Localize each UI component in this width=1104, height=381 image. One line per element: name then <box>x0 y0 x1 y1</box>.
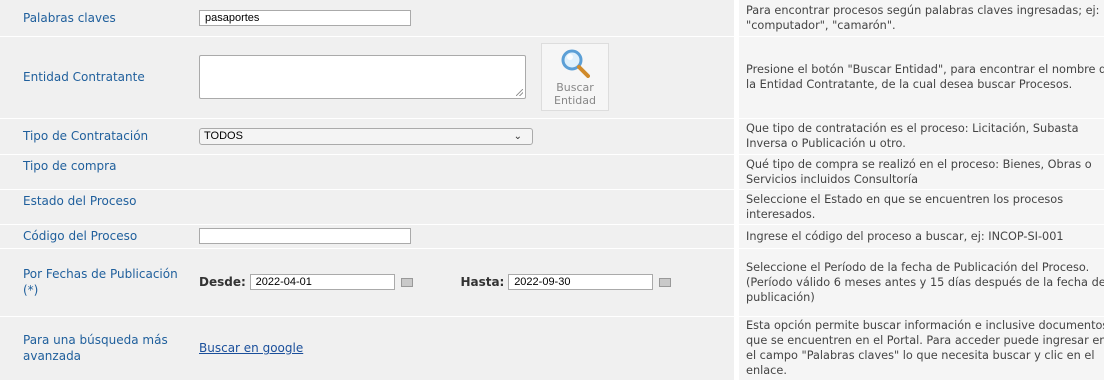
label-avanzada: Para una búsqueda más avanzada <box>0 316 193 381</box>
label-estado: Estado del Proceso <box>0 189 193 225</box>
hasta-label: Hasta: <box>460 274 505 289</box>
desde-input[interactable]: 2022-04-01 <box>249 274 395 290</box>
help-tipo-compra: Qué tipo de compra se realizó en el proc… <box>739 154 1104 190</box>
tipo-contratacion-select[interactable]: TODOS ⌄ <box>199 127 533 145</box>
codigo-input[interactable] <box>199 228 411 244</box>
label-tipo-compra: Tipo de compra <box>0 154 193 190</box>
label-tipo-contratacion: Tipo de Contratación <box>0 118 193 155</box>
label-entidad: Entidad Contratante <box>0 36 193 119</box>
magnifier-icon <box>561 49 590 78</box>
help-fechas-1: Seleccione el Período de la fecha de Pub… <box>746 260 1090 274</box>
help-codigo: Ingrese el código del proceso a buscar, … <box>739 224 1104 249</box>
hasta-input[interactable]: 2022-09-30 <box>508 274 654 290</box>
help-tipo-contratacion: Que tipo de contratación es el proceso: … <box>739 118 1104 155</box>
label-codigo: Código del Proceso <box>0 224 193 249</box>
calendar-icon[interactable] <box>659 277 672 287</box>
label-palabras-claves: Palabras claves <box>0 0 193 37</box>
row-tipo-compra: Tipo de compra Qué tipo de compra se rea… <box>0 154 1104 190</box>
label-fechas: Por Fechas de Publicación (*) <box>0 248 193 317</box>
palabras-claves-input[interactable]: pasaportes <box>199 9 411 26</box>
help-fechas-2: (Período válido 6 meses antes y 15 días … <box>746 275 1104 304</box>
row-entidad: Entidad Contratante Buscar Entidad Presi… <box>0 36 1104 119</box>
row-palabras-claves: Palabras claves pasaportes Para encontra… <box>0 0 1104 37</box>
buscar-google-link[interactable]: Buscar en google <box>199 341 303 355</box>
buscar-entidad-label-1: Buscar <box>556 81 594 94</box>
row-avanzada: Para una búsqueda más avanzada Buscar en… <box>0 316 1104 381</box>
help-estado: Seleccione el Estado en que se encuentre… <box>739 189 1104 225</box>
row-estado: Estado del Proceso Seleccione el Estado … <box>0 189 1104 225</box>
buscar-entidad-label-2: Entidad <box>554 94 596 107</box>
desde-label: Desde: <box>199 274 246 289</box>
calendar-icon[interactable] <box>400 277 413 287</box>
buscar-entidad-button[interactable]: Buscar Entidad <box>541 43 609 111</box>
search-form: Palabras claves pasaportes Para encontra… <box>0 0 1104 381</box>
row-fechas: Por Fechas de Publicación (*) Desde: 202… <box>0 248 1104 317</box>
chevron-down-icon: ⌄ <box>513 130 522 142</box>
row-tipo-contratacion: Tipo de Contratación TODOS ⌄ Que tipo de … <box>0 118 1104 155</box>
help-avanzada: Esta opción permite buscar información e… <box>739 316 1104 381</box>
help-palabras-claves: Para encontrar procesos según palabras c… <box>739 0 1104 37</box>
tipo-contratacion-selected: TODOS <box>204 129 243 142</box>
resize-grip-icon[interactable] <box>516 89 523 96</box>
help-entidad: Presione el botón "Buscar Entidad", para… <box>739 36 1104 119</box>
row-codigo: Código del Proceso Ingrese el código del… <box>0 224 1104 249</box>
entidad-textarea[interactable] <box>199 55 526 99</box>
